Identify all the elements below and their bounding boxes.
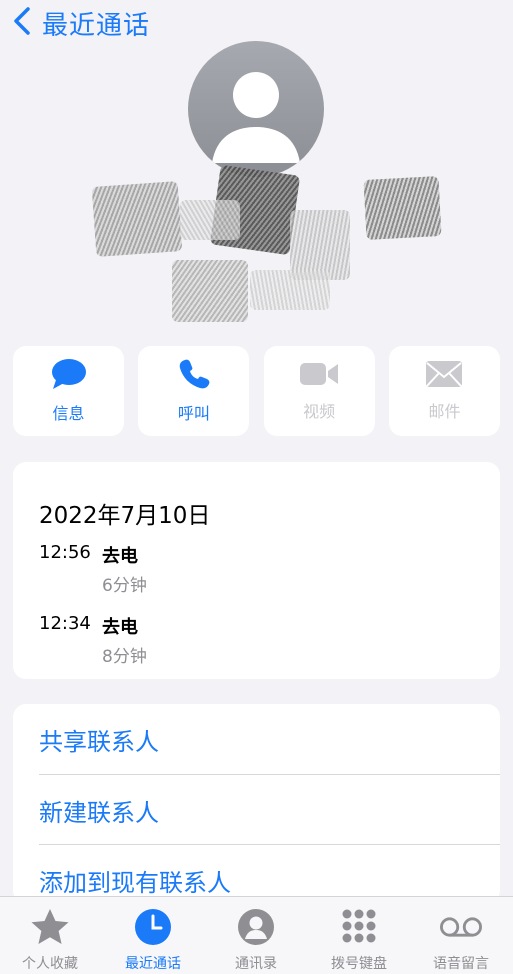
mail-button[interactable]: 邮件 [388,346,500,436]
call-type: 去电 [102,546,138,567]
message-button[interactable]: 信息 [13,346,124,436]
tab-keypad[interactable]: 拨号键盘 [309,897,409,974]
person-silhouette-icon [212,72,300,163]
keypad-icon [337,907,381,947]
video-label: 视频 [303,402,336,421]
new-contact-button[interactable]: 新建联系人 [39,775,500,845]
call-duration: 6分钟 [102,576,147,596]
contact-actions: 信息 呼叫 视频 邮件 [13,346,500,436]
tab-bar: 个人收藏 最近通话 通讯录 拨号键盘 语音留言 [0,896,513,974]
clock-icon [131,907,175,947]
tab-favorites[interactable]: 个人收藏 [0,897,100,974]
video-button[interactable]: 视频 [263,346,375,436]
tab-voicemail[interactable]: 语音留言 [411,897,511,974]
call-time: 12:34 [39,613,91,634]
tab-recents[interactable]: 最近通话 [103,897,203,974]
mail-label: 邮件 [428,402,461,421]
call-date: 2022年7月10日 [39,503,211,529]
back-button[interactable]: 最近通话 [12,4,150,42]
add-to-existing-contact-label: 添加到现有联系人 [39,868,231,897]
tab-recents-label: 最近通话 [125,956,181,972]
contact-icon [234,907,278,947]
call-label: 呼叫 [177,404,210,423]
video-icon [299,360,339,392]
call-duration: 8分钟 [102,647,147,667]
call-type: 去电 [102,617,138,638]
voicemail-icon [439,907,483,947]
message-label: 信息 [52,404,85,423]
chevron-left-icon [12,6,32,40]
contact-options-menu: 共享联系人 新建联系人 添加到现有联系人 [13,704,500,904]
tab-voicemail-label: 语音留言 [433,956,489,972]
phone-icon [178,358,210,394]
tab-favorites-label: 个人收藏 [22,956,78,972]
star-icon [28,907,72,947]
contact-avatar [188,41,324,177]
share-contact-button[interactable]: 共享联系人 [39,704,500,774]
call-time: 12:56 [39,542,91,563]
message-icon [51,358,87,394]
tab-contacts[interactable]: 通讯录 [206,897,306,974]
back-label: 最近通话 [42,10,151,41]
share-contact-label: 共享联系人 [39,727,159,756]
mail-icon [425,360,463,392]
call-history-card: 2022年7月10日 12:56 去电 6分钟 12:34 去电 8分钟 [13,462,500,679]
call-button[interactable]: 呼叫 [138,346,250,436]
redacted-contact-name [80,160,450,330]
new-contact-label: 新建联系人 [39,798,159,827]
tab-keypad-label: 拨号键盘 [331,956,387,972]
tab-contacts-label: 通讯录 [235,956,277,972]
